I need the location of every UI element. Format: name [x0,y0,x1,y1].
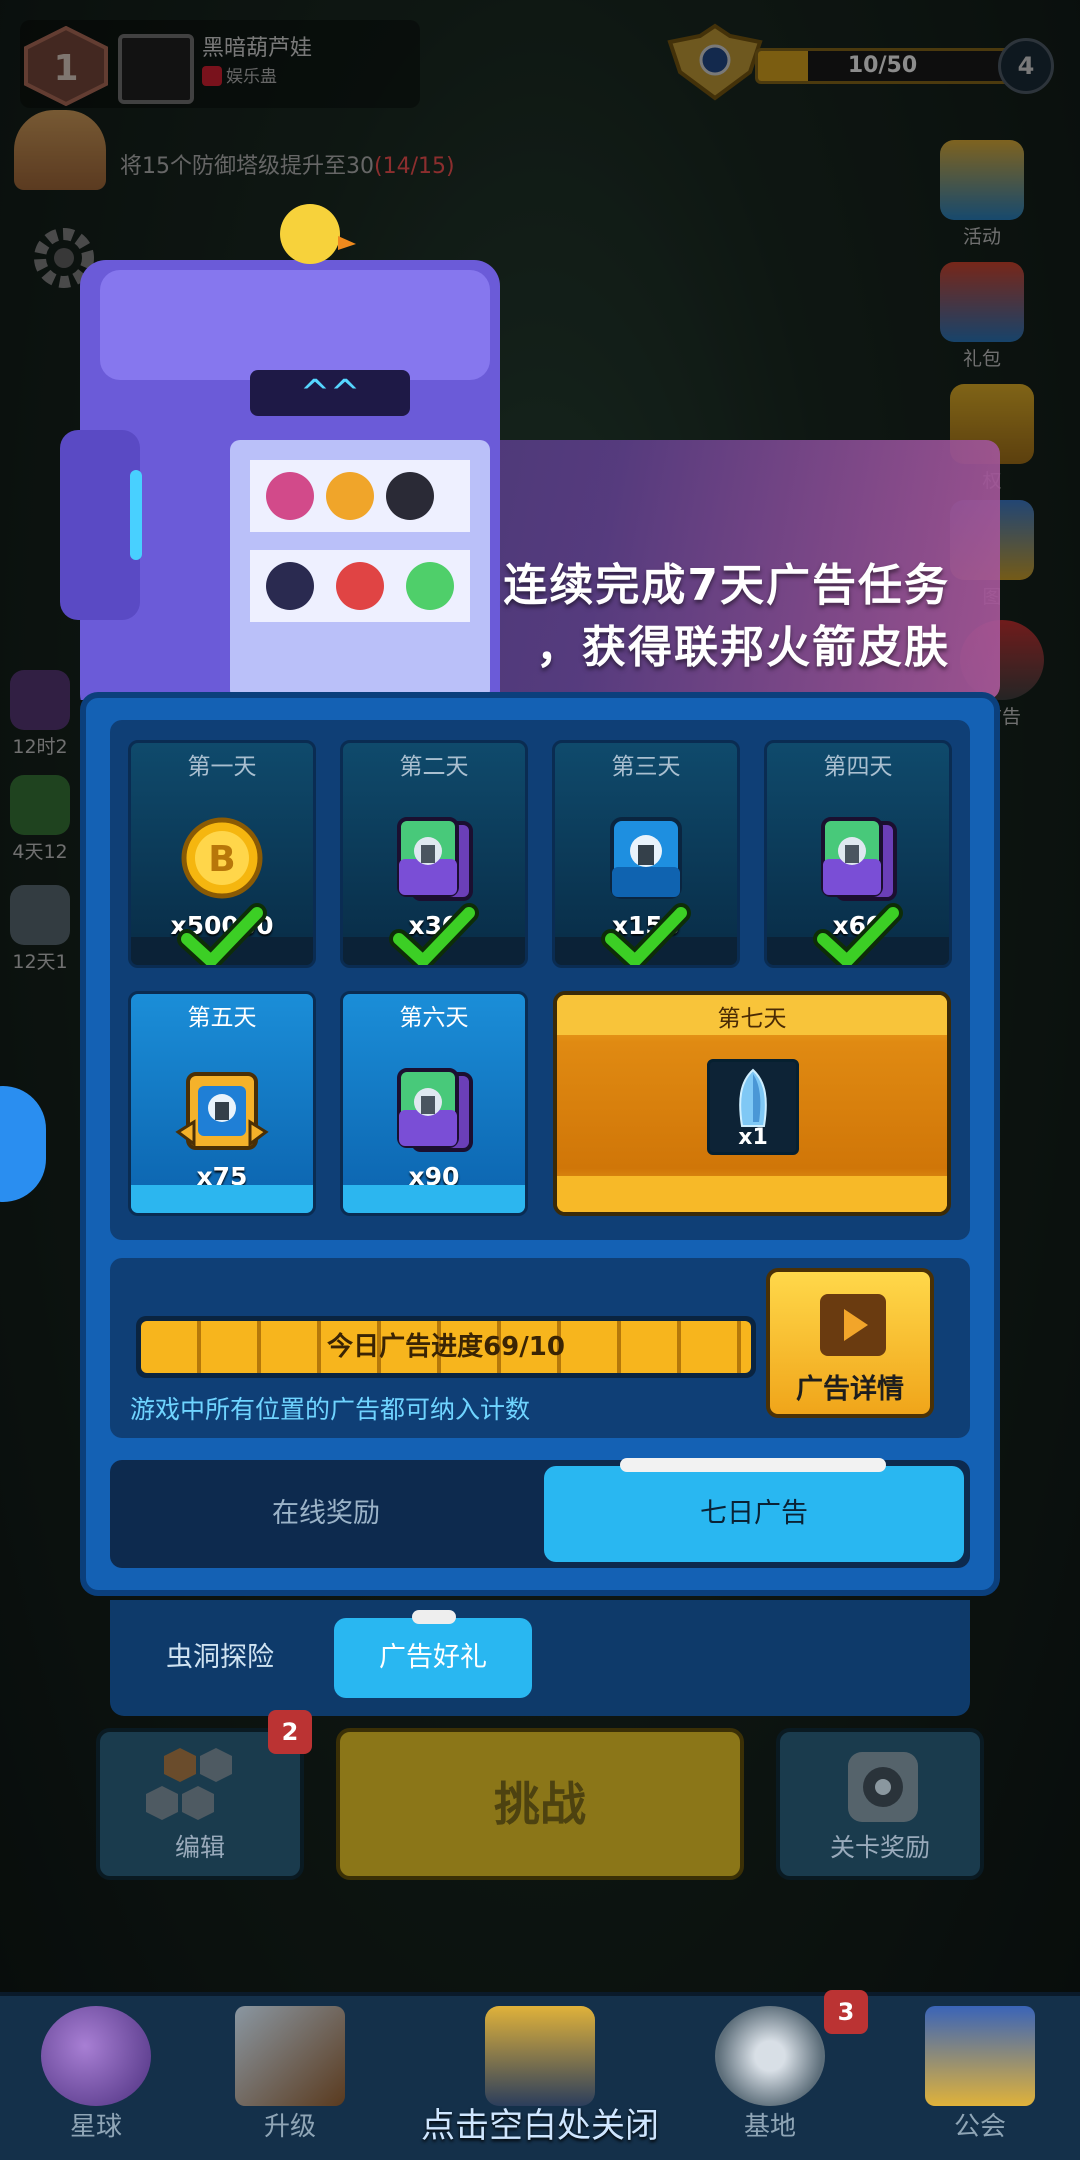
day-foot [343,1185,525,1213]
ad-details-label: 广告详情 [796,1374,904,1405]
tab-online-reward[interactable]: 在线奖励 [116,1466,536,1562]
day-foot [131,1185,313,1213]
edit-label: 编辑 [174,1833,225,1862]
target-icon [848,1752,918,1822]
stage-reward-button[interactable]: 关卡奖励 [776,1728,984,1880]
check-icon [389,903,479,965]
day-title: 第五天 [187,1005,257,1031]
active-tab-indicator [620,1458,886,1472]
ad-details-button[interactable]: 广告详情 [766,1268,934,1418]
tower-card-icon [821,817,897,901]
day-title: 第七天 [717,1006,787,1032]
day-card-2[interactable]: 第二天 x30 [340,740,528,968]
stage-reward-label: 关卡奖励 [829,1833,930,1862]
shield-icon [485,2006,595,2106]
promo-line-1: 连续完成7天广告任务 [503,560,950,611]
challenge-button[interactable]: 挑战 [336,1728,744,1880]
svg-text:B: B [208,839,235,880]
day-qty: x1 [738,1125,768,1150]
day-title: 第一天 [187,754,257,780]
gold-chest-icon [175,1072,269,1150]
day-card-6[interactable]: 第六天 x90 [340,991,528,1216]
day-title: 第六天 [399,1005,469,1031]
day-title: 第三天 [611,754,681,780]
tower-card-icon [397,817,473,901]
day-card-4[interactable]: 第四天 x60 [764,740,952,968]
reward-frame: x1 [707,1059,799,1155]
hex-slots-icon [146,1748,232,1820]
close-hint[interactable]: 点击空白处关闭 [0,2098,1080,2147]
tab-ad-gift[interactable]: 广告好礼 [334,1618,532,1698]
day-card-1[interactable]: 第一天 B x50000 [128,740,316,968]
ad-progress-hint: 游戏中所有位置的广告都可纳入计数 [130,1395,531,1424]
guild-banner-icon [925,2006,1035,2106]
coin-icon: B [181,817,263,899]
hammer-wrench-icon [235,2006,345,2106]
blue-tower-card-icon [610,817,682,899]
day-card-7[interactable]: 第七天 x1 [553,991,951,1216]
day-card-5[interactable]: 第五天 x75 [128,991,316,1216]
base-station-icon [715,2006,825,2106]
promo-text: 连续完成7天广告任务 ，获得联邦火箭皮肤 [503,555,950,679]
nav-base-badge: 3 [824,1990,868,2034]
sub-tab-indicator [412,1610,456,1624]
check-icon [813,903,903,965]
ad-progress-text: 今日广告进度69/10 [327,1332,565,1362]
tab-seven-day-ads[interactable]: 七日广告 [544,1466,964,1562]
vending-machine-illustration: ^^ [60,204,500,700]
day-foot [557,1176,947,1212]
play-icon [820,1294,886,1356]
edit-badge: 2 [268,1710,312,1754]
svg-text:^^: ^^ [300,373,360,414]
check-icon [177,903,267,965]
tab-wormhole[interactable]: 虫洞探险 [140,1618,300,1698]
day-title: 第二天 [399,754,469,780]
tower-card-icon [397,1068,473,1152]
day-title: 第四天 [823,754,893,780]
check-icon [601,903,691,965]
planet-icon [41,2006,151,2106]
day-card-3[interactable]: 第三天 x150 [552,740,740,968]
promo-line-2: ，获得联邦火箭皮肤 [536,622,950,673]
